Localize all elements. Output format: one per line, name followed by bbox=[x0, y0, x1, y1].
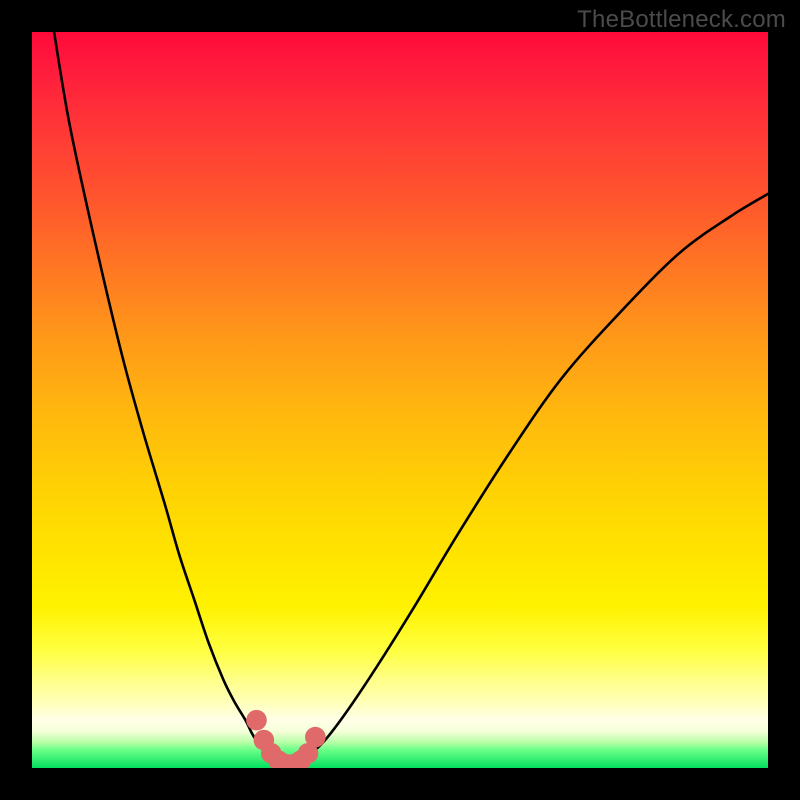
valley-marker-group bbox=[246, 710, 325, 768]
chart-frame: TheBottleneck.com bbox=[0, 0, 800, 800]
bottleneck-curve bbox=[32, 32, 768, 768]
curve-line bbox=[54, 32, 768, 766]
watermark-text: TheBottleneck.com bbox=[577, 6, 786, 34]
valley-marker bbox=[305, 727, 326, 748]
valley-marker bbox=[246, 710, 267, 731]
plot-area bbox=[32, 32, 768, 768]
